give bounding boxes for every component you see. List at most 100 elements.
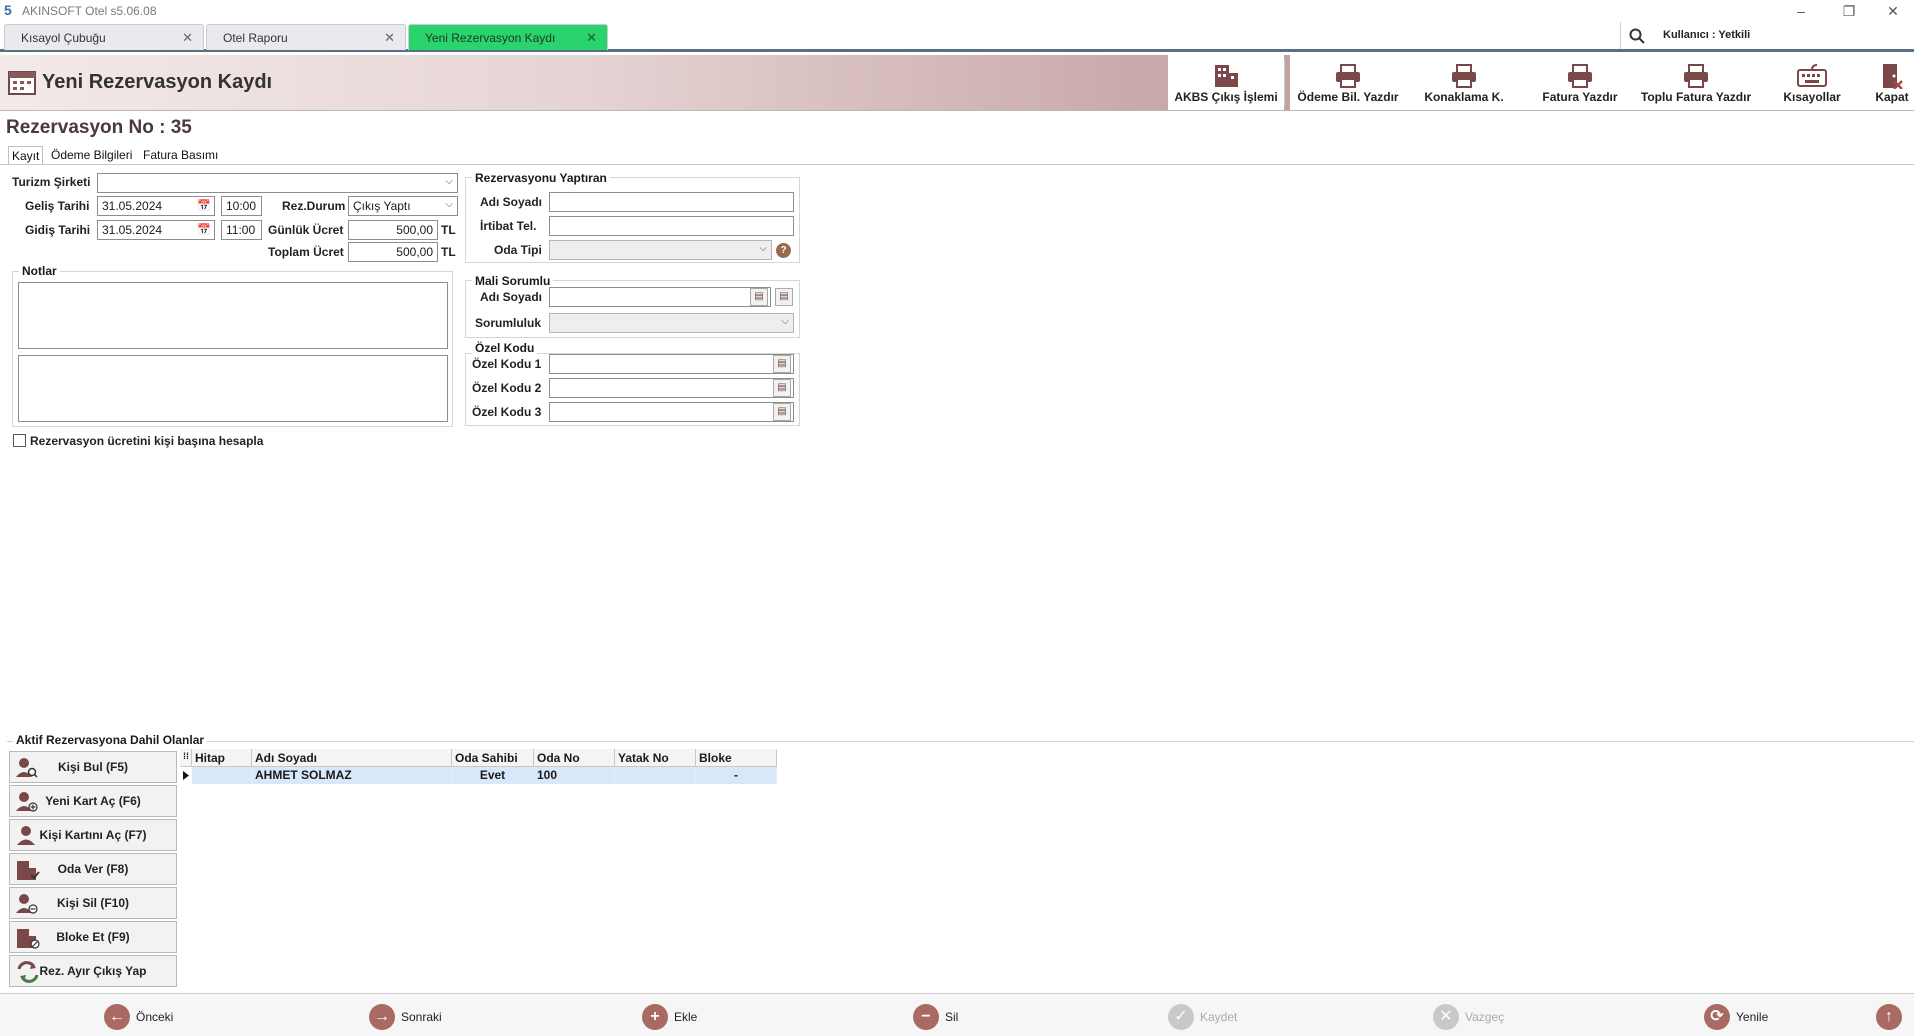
- maker-name-field[interactable]: [549, 192, 794, 212]
- akbs-checkout-button[interactable]: AKBS Çıkış İşlemi: [1168, 55, 1284, 110]
- close-form-button[interactable]: Kapat: [1870, 55, 1914, 110]
- notes-textarea-2[interactable]: [18, 355, 448, 422]
- total-fee-field[interactable]: 500,00: [348, 242, 438, 262]
- tab-new-reservation[interactable]: Yeni Rezervasyon Kaydı ✕: [408, 24, 608, 50]
- table-cell[interactable]: AHMET SOLMAZ: [252, 767, 452, 784]
- close-tab-icon[interactable]: ✕: [182, 30, 193, 46]
- button-label: Oda Ver (F8): [57, 862, 129, 876]
- window-title: AKINSOFT Otel s5.06.08: [22, 4, 157, 18]
- add-button[interactable]: + Ekle: [642, 1004, 732, 1030]
- person-search-icon: [16, 758, 38, 778]
- column-header[interactable]: Adı Soyadı: [252, 749, 452, 767]
- row-indicator[interactable]: [180, 767, 192, 784]
- delete-person-button[interactable]: Kişi Sil (F10): [9, 887, 177, 919]
- special-code-1-label: Özel Kodu 1: [472, 357, 542, 371]
- split-checkout-button[interactable]: Rez. Ayır Çıkış Yap: [9, 955, 177, 987]
- financial-name-field[interactable]: ▤: [549, 287, 771, 307]
- close-tab-icon[interactable]: ✕: [586, 30, 597, 46]
- tab-hotel-report[interactable]: Otel Raporu ✕: [206, 24, 406, 50]
- save-button[interactable]: ✓ Kaydet: [1168, 1004, 1258, 1030]
- status-label: Rez.Durum: [282, 199, 346, 213]
- user-label: Kullanıcı : Yetkili: [1663, 29, 1751, 41]
- table-cell[interactable]: -: [696, 767, 777, 784]
- button-label: Bloke Et (F9): [56, 930, 130, 944]
- column-header[interactable]: Oda Sahibi: [452, 749, 534, 767]
- minimize-button[interactable]: –: [1778, 0, 1824, 22]
- checkin-date-field[interactable]: 31.05.2024 📅: [97, 196, 215, 216]
- status-select[interactable]: Çıkış Yaptı ⌵: [348, 196, 458, 216]
- column-header[interactable]: Bloke Durum: [696, 749, 777, 779]
- assign-room-button[interactable]: Oda Ver (F8): [9, 853, 177, 885]
- nav-label: Yenile: [1736, 1010, 1769, 1024]
- minus-icon: −: [913, 1004, 939, 1030]
- per-person-checkbox[interactable]: [13, 434, 26, 447]
- nav-label: Ekle: [674, 1010, 698, 1024]
- field-value: 31.05.2024: [102, 199, 163, 213]
- close-door-icon: [1883, 64, 1903, 89]
- next-button[interactable]: → Sonraki: [369, 1004, 459, 1030]
- help-icon[interactable]: ?: [776, 243, 791, 258]
- special-code-3-label: Özel Kodu 3: [472, 405, 542, 419]
- calendar-picker-icon[interactable]: 📅: [197, 223, 211, 236]
- lookup-icon[interactable]: ▤: [773, 355, 791, 373]
- close-window-button[interactable]: ✕: [1870, 0, 1914, 22]
- user-box: Kullanıcı : Yetkili: [1620, 22, 1914, 49]
- app-logo-icon: 5: [4, 2, 12, 18]
- special-code-2-label: Özel Kodu 2: [472, 381, 542, 395]
- chevron-down-icon: ⌵: [759, 243, 767, 254]
- previous-button[interactable]: ← Önceki: [104, 1004, 194, 1030]
- daily-fee-field[interactable]: 500,00: [348, 220, 438, 240]
- close-tab-icon[interactable]: ✕: [384, 30, 395, 46]
- check-icon: ✓: [1168, 1004, 1194, 1030]
- grid-corner: ⁞⁞: [180, 749, 192, 767]
- tab-shortcut-bar[interactable]: Kısayol Çubuğu ✕: [4, 24, 204, 50]
- restore-button[interactable]: ❐: [1826, 0, 1872, 22]
- subtab-record[interactable]: Kayıt: [8, 146, 44, 164]
- responsibility-label: Sorumluluk: [475, 316, 542, 330]
- block-button[interactable]: Bloke Et (F9): [9, 921, 177, 953]
- special-code-2-field[interactable]: ▤: [549, 378, 794, 398]
- nav-label: Kaydet: [1200, 1010, 1238, 1024]
- room-type-select[interactable]: ⌵: [549, 240, 772, 260]
- checkin-time-field[interactable]: 10:00: [221, 196, 262, 216]
- column-header[interactable]: Hitap: [192, 749, 252, 767]
- table-cell[interactable]: [615, 767, 696, 784]
- calendar-picker-icon[interactable]: 📅: [197, 199, 211, 212]
- lookup-icon[interactable]: ▤: [773, 403, 791, 421]
- refresh-button[interactable]: ⟳ Yenile: [1704, 1004, 1794, 1030]
- shortcuts-button[interactable]: Kısayollar: [1754, 55, 1870, 110]
- subtab-invoice-print[interactable]: Fatura Basımı: [140, 146, 221, 164]
- open-person-card-button[interactable]: Kişi Kartını Aç (F7): [9, 819, 177, 851]
- printer-icon: [1684, 64, 1708, 88]
- table-cell[interactable]: Evet: [452, 767, 534, 784]
- checkout-time-field[interactable]: 11:00: [221, 220, 262, 240]
- print-stay-button[interactable]: Konaklama K.: [1406, 55, 1522, 110]
- responsibility-select[interactable]: ⌵: [549, 313, 794, 333]
- toolbar-label: Toplu Fatura Yazdır: [1640, 90, 1752, 104]
- print-invoice-button[interactable]: Fatura Yazdır: [1522, 55, 1638, 110]
- lookup-icon[interactable]: ▤: [773, 379, 791, 397]
- table-cell[interactable]: [192, 767, 252, 784]
- special-code-3-field[interactable]: ▤: [549, 402, 794, 422]
- tourism-company-select[interactable]: ⌵: [97, 173, 458, 193]
- cancel-button[interactable]: ✕ Vazgeç: [1433, 1004, 1523, 1030]
- special-code-1-field[interactable]: ▤: [549, 354, 794, 374]
- contact-book-icon[interactable]: ▤: [775, 288, 793, 306]
- notes-textarea-1[interactable]: [18, 282, 448, 349]
- print-payment-button[interactable]: Ödeme Bil. Yazdır: [1290, 55, 1406, 110]
- column-header[interactable]: Yatak No: [615, 749, 696, 767]
- find-person-button[interactable]: Kişi Bul (F5): [9, 751, 177, 783]
- maker-phone-field[interactable]: [549, 216, 794, 236]
- search-icon[interactable]: [1629, 28, 1645, 44]
- print-bulk-invoice-button[interactable]: Toplu Fatura Yazdır: [1638, 55, 1754, 110]
- delete-button[interactable]: − Sil: [913, 1004, 1003, 1030]
- header-divider: [0, 110, 1914, 111]
- scroll-top-button[interactable]: ↑: [1876, 1004, 1904, 1030]
- table-cell[interactable]: 100: [534, 767, 615, 784]
- subtab-payment-info[interactable]: Ödeme Bilgileri: [48, 146, 135, 164]
- column-header[interactable]: Oda No: [534, 749, 615, 767]
- tab-label: Otel Raporu: [223, 31, 288, 45]
- new-card-button[interactable]: Yeni Kart Aç (F6): [9, 785, 177, 817]
- contact-book-icon[interactable]: ▤: [750, 288, 768, 306]
- checkout-date-field[interactable]: 31.05.2024 📅: [97, 220, 215, 240]
